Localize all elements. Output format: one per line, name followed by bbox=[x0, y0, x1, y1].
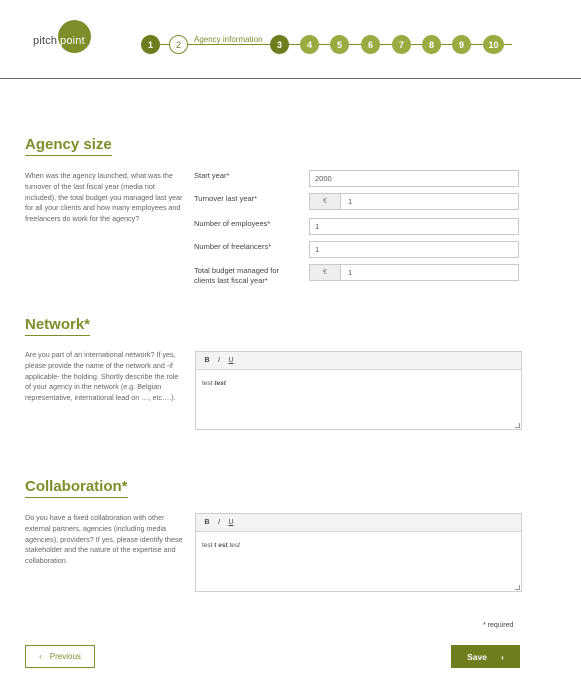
chevron-right-icon: › bbox=[501, 651, 504, 662]
network-title: Network* bbox=[25, 316, 91, 336]
start-year-input[interactable]: 2000 bbox=[309, 170, 519, 187]
editor-toolbar: B I U bbox=[196, 352, 521, 370]
network-editor-content[interactable]: test test bbox=[196, 370, 521, 397]
resize-handle[interactable] bbox=[515, 423, 520, 428]
previous-button[interactable]: ‹ Previous bbox=[25, 645, 95, 668]
page-header: pitch point 1 2 Agency information 3 4 5… bbox=[0, 0, 581, 79]
current-step-label: Agency information bbox=[194, 35, 263, 44]
step-3[interactable]: 3 bbox=[270, 35, 289, 54]
budget-label: Total budget managed for clients last fi… bbox=[194, 266, 280, 285]
pitchpoint-logo[interactable]: pitch point bbox=[33, 20, 93, 60]
step-4[interactable]: 4 bbox=[300, 35, 319, 54]
editor-text-bold: t est bbox=[214, 542, 228, 549]
collaboration-description: Do you have a fixed collaboration with o… bbox=[25, 513, 183, 566]
underline-button[interactable]: U bbox=[225, 519, 237, 526]
editor-text: test bbox=[202, 542, 213, 549]
network-editor[interactable]: B I U test test bbox=[195, 351, 522, 430]
agency-size-description: When was the agency launched, what was t… bbox=[25, 171, 183, 224]
save-button[interactable]: Save › bbox=[451, 645, 520, 668]
editor-toolbar: B I U bbox=[196, 514, 521, 532]
start-year-label: Start year* bbox=[194, 171, 230, 180]
previous-label: Previous bbox=[49, 652, 81, 661]
step-6[interactable]: 6 bbox=[361, 35, 380, 54]
resize-handle[interactable] bbox=[515, 585, 520, 590]
step-8[interactable]: 8 bbox=[422, 35, 441, 54]
turnover-value[interactable]: 1 bbox=[341, 194, 352, 209]
collaboration-title: Collaboration* bbox=[25, 478, 128, 498]
logo-text-point: point bbox=[60, 35, 85, 47]
freelancers-label: Number of freelancers* bbox=[194, 242, 272, 251]
editor-text: test bbox=[202, 380, 213, 387]
freelancers-input[interactable]: 1 bbox=[309, 241, 519, 258]
logo-text-pitch: pitch bbox=[33, 35, 58, 47]
italic-button[interactable]: I bbox=[213, 357, 225, 364]
currency-addon: € bbox=[310, 265, 341, 280]
chevron-left-icon: ‹ bbox=[39, 652, 42, 661]
turnover-input[interactable]: € 1 bbox=[309, 193, 519, 210]
step-7[interactable]: 7 bbox=[392, 35, 411, 54]
employees-input[interactable]: 1 bbox=[309, 218, 519, 235]
employees-label: Number of employees* bbox=[194, 219, 271, 228]
budget-value[interactable]: 1 bbox=[341, 265, 352, 280]
step-9[interactable]: 9 bbox=[452, 35, 471, 54]
bold-button[interactable]: B bbox=[201, 357, 213, 364]
save-label: Save bbox=[467, 651, 487, 662]
underline-button[interactable]: U bbox=[225, 357, 237, 364]
collaboration-editor-content[interactable]: test t est test bbox=[196, 532, 521, 559]
network-description: Are you part of an international network… bbox=[25, 350, 179, 403]
turnover-label: Turnover last year* bbox=[194, 194, 258, 203]
step-10[interactable]: 10 bbox=[483, 35, 504, 54]
editor-text-bold-italic: test bbox=[214, 380, 226, 387]
collaboration-editor[interactable]: B I U test t est test bbox=[195, 513, 522, 592]
italic-button[interactable]: I bbox=[213, 519, 225, 526]
currency-addon: € bbox=[310, 194, 341, 209]
step-2[interactable]: 2 bbox=[169, 35, 188, 54]
bold-button[interactable]: B bbox=[201, 519, 213, 526]
step-1[interactable]: 1 bbox=[141, 35, 160, 54]
editor-text-italic: test bbox=[229, 542, 240, 549]
required-note: * required bbox=[483, 622, 514, 629]
step-5[interactable]: 5 bbox=[330, 35, 349, 54]
agency-size-title: Agency size bbox=[25, 136, 112, 156]
budget-input[interactable]: € 1 bbox=[309, 264, 519, 281]
